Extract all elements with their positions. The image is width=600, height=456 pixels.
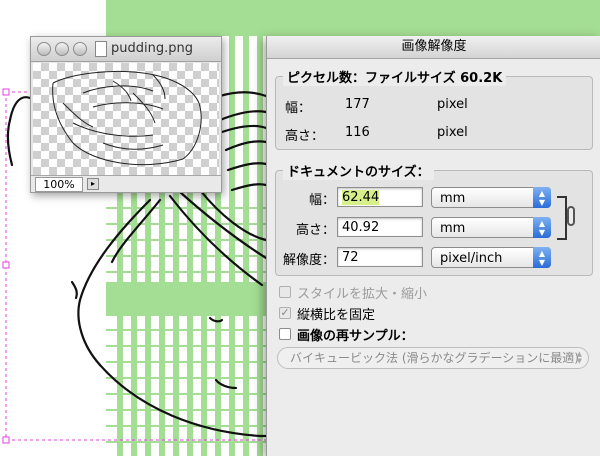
pixel-height-unit: pixel bbox=[437, 125, 468, 140]
doc-width-label: 幅： bbox=[308, 193, 335, 208]
doc-height-label: 高さ： bbox=[295, 223, 335, 238]
resolution-unit-select[interactable]: pixel/inch ▲ ▼ bbox=[431, 247, 551, 268]
pixel-width-label: 幅： bbox=[285, 101, 312, 116]
preview-title: pudding.png bbox=[111, 41, 193, 56]
pixel-height-value: 116 bbox=[345, 125, 370, 140]
preview-statusbar: 100% ▸ bbox=[31, 175, 221, 192]
resample-method-value: バイキュービック法 (滑らかなグラデーションに最適) bbox=[290, 351, 579, 365]
zoom-window-button[interactable] bbox=[73, 42, 87, 56]
pixel-height-label: 高さ： bbox=[285, 129, 325, 144]
resolution-value: 72 bbox=[342, 250, 359, 265]
preview-titlebar[interactable]: pudding.png bbox=[31, 37, 221, 62]
pudding-thumbnail bbox=[52, 71, 202, 166]
resample-checkbox[interactable] bbox=[279, 328, 291, 340]
image-size-dialog: 画像解像度 ピクセル数：ファイルサイズ 60.2K 幅： 177 pixel 高… bbox=[266, 36, 600, 456]
constrain-bracket bbox=[557, 196, 567, 240]
resample-label: 画像の再サンプル： bbox=[297, 329, 414, 344]
pixel-width-value: 177 bbox=[345, 97, 370, 112]
pixel-width-unit: pixel bbox=[437, 97, 468, 112]
chain-link-icon bbox=[567, 206, 575, 226]
resolution-input[interactable]: 72 bbox=[337, 247, 423, 267]
chevron-updown-icon: ▲ ▼ bbox=[533, 187, 551, 208]
document-icon bbox=[95, 41, 107, 57]
resample-method-select[interactable]: バイキュービック法 (滑らかなグラデーションに最適) ▲ ▼ bbox=[277, 347, 589, 369]
scale-styles-checkbox[interactable] bbox=[279, 286, 291, 298]
scale-styles-label: スタイルを拡大・縮小 bbox=[297, 287, 428, 302]
close-window-button[interactable] bbox=[37, 42, 51, 56]
chevron-updown-icon: ▲ ▼ bbox=[533, 217, 551, 238]
constrain-proportions-checkbox[interactable]: ✓ bbox=[279, 307, 291, 319]
doc-width-unit-select[interactable]: mm ▲ ▼ bbox=[431, 187, 551, 208]
dialog-title: 画像解像度 bbox=[267, 36, 600, 59]
chevron-updown-icon: ▲ ▼ bbox=[576, 350, 582, 365]
doc-height-unit-select[interactable]: mm ▲ ▼ bbox=[431, 217, 551, 238]
zoom-level-field[interactable]: 100% bbox=[35, 177, 83, 192]
document-group-title: ドキュメントのサイズ： bbox=[283, 161, 434, 180]
doc-height-input[interactable]: 40.92 bbox=[337, 217, 423, 237]
chevron-updown-icon: ▲ ▼ bbox=[533, 247, 551, 268]
status-menu-icon[interactable]: ▸ bbox=[87, 178, 99, 190]
minimize-window-button[interactable] bbox=[55, 42, 69, 56]
pixel-group-title: ピクセル数：ファイルサイズ 60.2K bbox=[283, 67, 507, 86]
preview-window: pudding.png 100% ▸ bbox=[30, 36, 222, 193]
doc-height-value: 40.92 bbox=[342, 220, 380, 235]
doc-width-unit: mm bbox=[440, 191, 466, 206]
transparent-canvas[interactable] bbox=[33, 63, 219, 175]
doc-height-unit: mm bbox=[440, 221, 466, 236]
resolution-unit: pixel/inch bbox=[440, 251, 503, 266]
doc-width-input[interactable]: 62.44 bbox=[337, 187, 423, 207]
resolution-label: 解像度： bbox=[282, 253, 335, 268]
constrain-proportions-label: 縦横比を固定 bbox=[297, 308, 376, 323]
doc-width-value: 62.44 bbox=[342, 190, 380, 205]
